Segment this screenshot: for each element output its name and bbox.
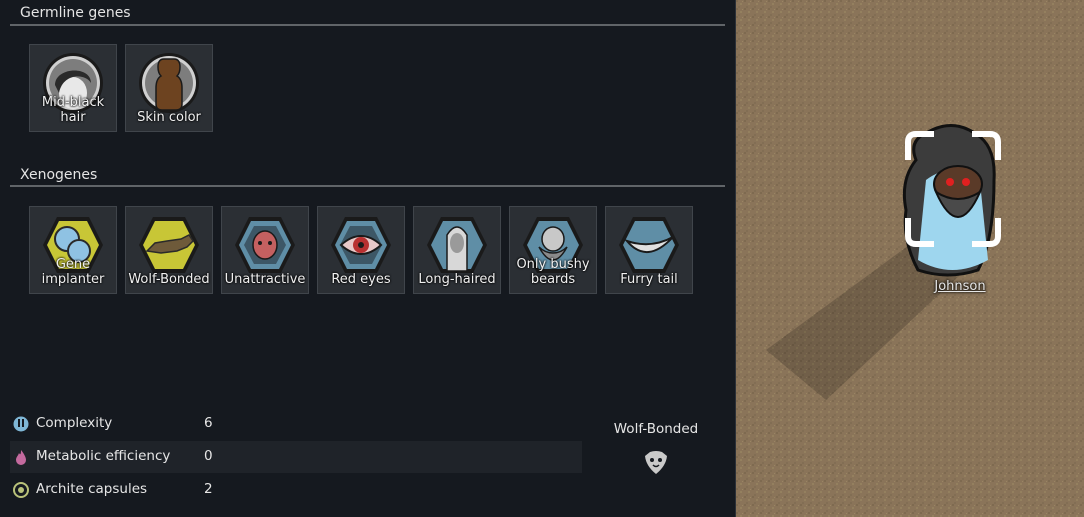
gene-label: Only bushy beards [516, 257, 590, 287]
stat-value: 6 [204, 415, 213, 431]
long-hair-icon [427, 217, 487, 273]
gene-tile-wolf-bonded[interactable]: Wolf-Bonded [125, 206, 213, 294]
stat-value: 2 [204, 481, 213, 497]
complexity-icon [13, 416, 29, 432]
gene-label: Mid-black hair [41, 95, 105, 125]
stat-row-archite-capsules: Archite capsules 2 [10, 474, 582, 506]
gene-label: Red eyes [331, 272, 391, 287]
stat-row-metabolic-efficiency: Metabolic efficiency 0 [10, 441, 582, 473]
pawn-name-label[interactable]: Johnson [920, 279, 1000, 294]
xenogenes-section-title: Xenogenes [20, 167, 98, 183]
xenotype-wolf-icon[interactable] [642, 450, 670, 476]
xenotype-name: Wolf-Bonded [613, 421, 699, 437]
skin-color-icon [139, 53, 199, 113]
furry-tail-icon [619, 217, 679, 273]
gene-tile-red-eyes[interactable]: Red eyes [317, 206, 405, 294]
pawn-sprite[interactable] [888, 120, 1018, 280]
gene-tile-mid-black-hair[interactable]: Mid-black hair [29, 44, 117, 132]
stat-name: Complexity [36, 415, 113, 431]
gene-tile-gene-implanter[interactable]: Gene implanter [29, 206, 117, 294]
gene-tile-furry-tail[interactable]: Furry tail [605, 206, 693, 294]
red-eye-icon [331, 217, 391, 273]
gene-label: Wolf-Bonded [128, 272, 210, 287]
gene-label: Skin color [137, 110, 201, 125]
unattractive-face-icon [235, 217, 295, 273]
gene-tile-unattractive[interactable]: Unattractive [221, 206, 309, 294]
stat-name: Archite capsules [36, 481, 148, 497]
gene-label: Long-haired [418, 272, 496, 287]
germline-section-title: Germline genes [20, 5, 131, 21]
archite-icon [13, 482, 29, 498]
xenogenes-divider [10, 185, 725, 187]
wolf-icon [139, 217, 199, 273]
gene-label: Gene implanter [41, 257, 105, 287]
stat-name: Metabolic efficiency [36, 448, 171, 464]
gene-tile-long-haired[interactable]: Long-haired [413, 206, 501, 294]
germline-divider [10, 24, 725, 26]
stat-row-complexity: Complexity 6 [10, 408, 582, 440]
gene-tile-skin-color[interactable]: Skin color [125, 44, 213, 132]
metabolism-icon [16, 450, 26, 465]
stat-value: 0 [204, 448, 213, 464]
gene-label: Furry tail [620, 272, 678, 287]
map-view[interactable] [736, 0, 1084, 517]
gene-tile-only-bushy-beards[interactable]: Only bushy beards [509, 206, 597, 294]
gene-label: Unattractive [224, 272, 306, 287]
gene-panel: Germline genes Mid-black hair Skin color… [0, 0, 736, 517]
